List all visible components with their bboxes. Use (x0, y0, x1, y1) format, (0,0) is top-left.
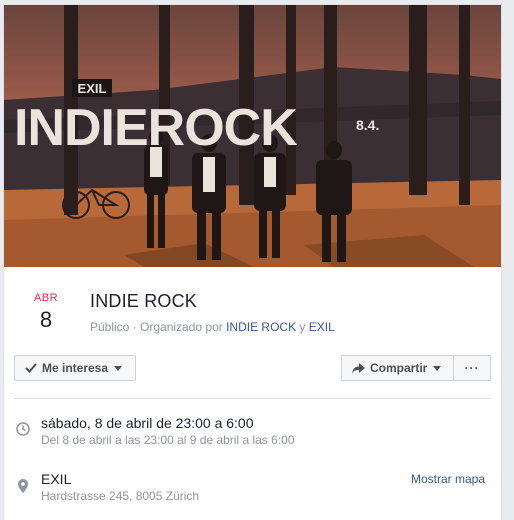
share-arrow-icon (352, 362, 365, 374)
organizer-link-indierock[interactable]: INDIE ROCK (226, 320, 296, 334)
more-options-button[interactable]: ··· (453, 355, 491, 381)
caret-down-icon (114, 365, 123, 371)
event-privacy: Público (90, 320, 130, 334)
event-organizers: Público · Organizado por INDIE ROCK y EX… (90, 320, 335, 334)
show-map-link[interactable]: Mostrar mapa (411, 472, 485, 486)
event-time: sábado, 8 de abril de 23:00 a 6:00 (41, 415, 254, 431)
clock-icon (16, 422, 30, 436)
interested-button[interactable]: Me interesa (14, 355, 136, 381)
event-day: 8 (39, 307, 53, 332)
venue-address: Hardstrasse 245, 8005 Zürich (41, 489, 200, 503)
and-text: y (296, 320, 309, 334)
event-title: INDIE ROCK (90, 291, 198, 311)
location-pin-icon (18, 479, 28, 493)
event-cover-photo[interactable]: EXIL INDIEROCK 8.4. (4, 5, 501, 267)
divider (14, 398, 491, 399)
organizer-link-exil[interactable]: EXIL (309, 320, 335, 334)
caret-down-icon (433, 365, 442, 371)
share-button[interactable]: Compartir (341, 355, 454, 381)
date-sign-text: 8.4. (356, 117, 379, 133)
event-date-block: ABR 8 (22, 291, 70, 335)
more-dots-icon: ··· (464, 361, 480, 375)
share-label: Compartir (370, 361, 428, 375)
indierock-sign-text: INDIEROCK (14, 99, 298, 157)
event-month: ABR (33, 292, 59, 304)
interested-label: Me interesa (42, 361, 109, 375)
exil-sign-text: EXIL (78, 81, 107, 96)
venue-name[interactable]: EXIL (41, 471, 71, 487)
event-card: EXIL INDIEROCK 8.4. ABR 8 INDIE ROCK Púb… (3, 4, 502, 520)
event-time-range: Del 8 de abril a las 23:00 al 9 de abril… (41, 433, 295, 447)
checkmark-icon (25, 363, 37, 373)
organized-by-text: · Organizado por (129, 320, 227, 334)
cover-illustration: EXIL INDIEROCK 8.4. (4, 5, 501, 267)
